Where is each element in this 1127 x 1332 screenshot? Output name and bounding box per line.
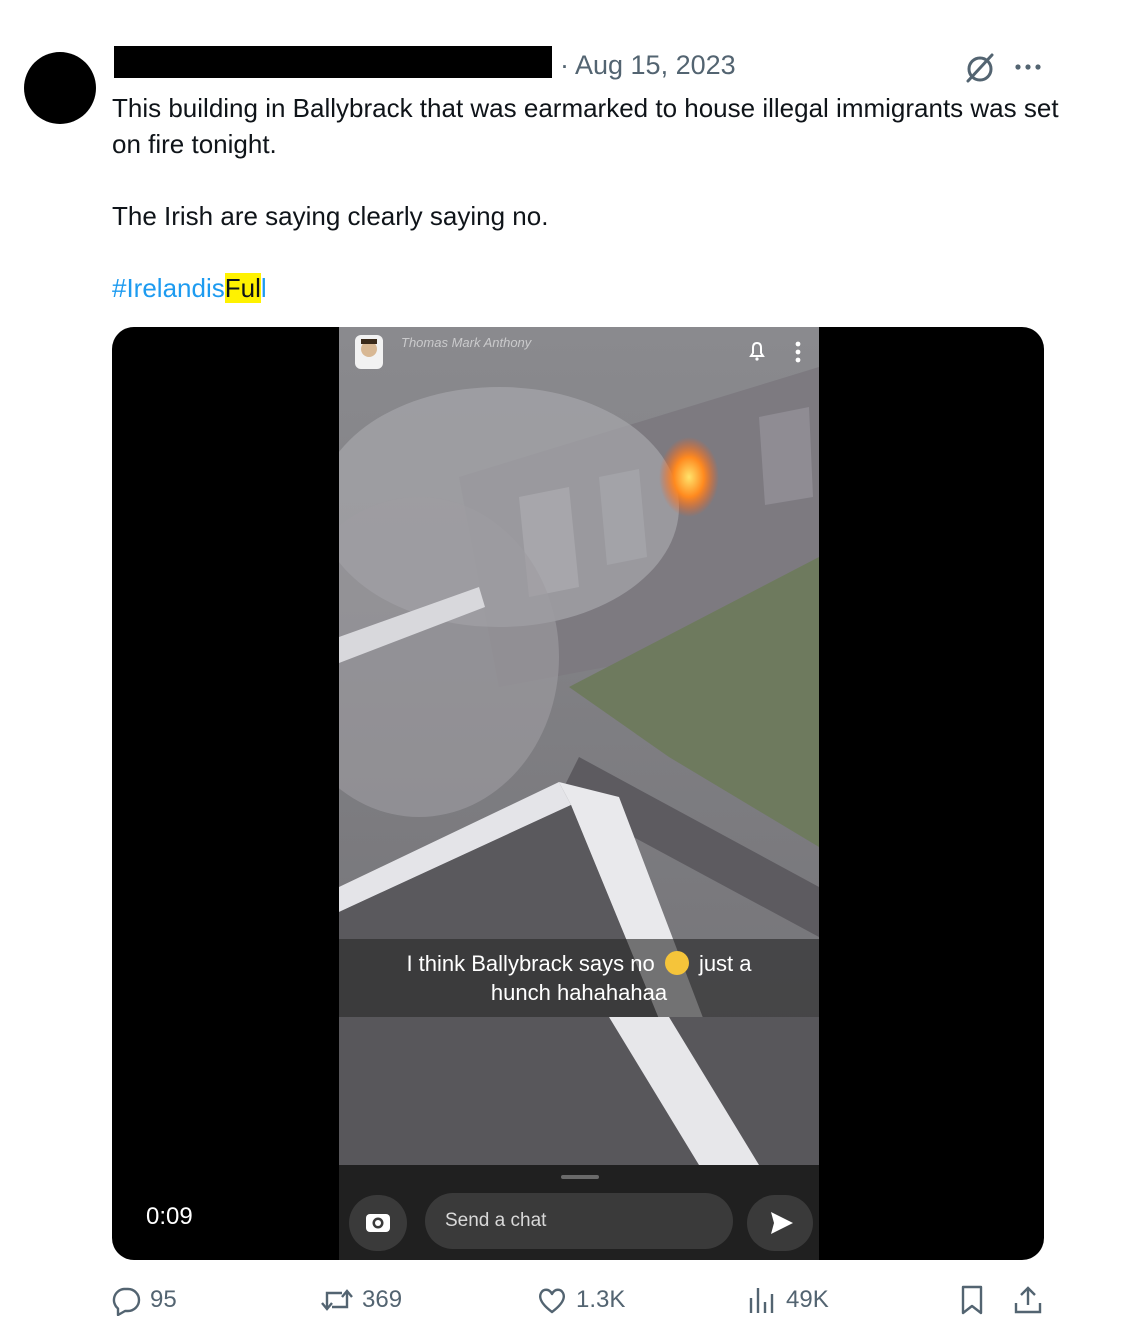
- thinking-emoji-icon: [664, 951, 689, 975]
- more-icon[interactable]: [1010, 52, 1046, 82]
- video-player[interactable]: Thomas Mark Anthony I think Ballybrack s…: [112, 327, 1044, 1260]
- tweet-text-line2: The Irish are saying clearly saying no.: [112, 201, 549, 231]
- caption-part2: just a: [698, 951, 752, 976]
- views-button[interactable]: 49K: [746, 1284, 829, 1316]
- share-button[interactable]: [1012, 1284, 1052, 1316]
- like-button[interactable]: 1.3K: [536, 1284, 625, 1316]
- grok-icon[interactable]: [962, 50, 998, 86]
- hashtag-prefix[interactable]: #Irelandis: [112, 273, 225, 303]
- snap-chat-bar: Send a chat: [339, 1165, 819, 1260]
- hashtag-link[interactable]: #IrelandisFull: [112, 270, 1072, 306]
- bell-icon: [749, 341, 765, 361]
- like-count: 1.3K: [576, 1286, 626, 1313]
- send-chat-input: Send a chat: [425, 1193, 733, 1249]
- heart-icon: [538, 1288, 566, 1314]
- caption-line2: hunch hahahahaa: [490, 980, 668, 1005]
- repost-button[interactable]: 369: [320, 1284, 402, 1316]
- bookmark-button[interactable]: [958, 1284, 994, 1316]
- reply-icon: [112, 1287, 141, 1316]
- vertical-more-icon: [795, 341, 801, 363]
- video-scene: [339, 327, 819, 1260]
- video-frame: Thomas Mark Anthony I think Ballybrack s…: [339, 327, 819, 1260]
- views-count: 49K: [786, 1286, 829, 1313]
- camera-button: [349, 1195, 407, 1251]
- hashtag-highlight[interactable]: Ful: [224, 273, 261, 303]
- video-timestamp: 0:09: [136, 1199, 203, 1235]
- tweet-text-line1: This building in Ballybrack that was ear…: [112, 93, 1059, 159]
- repost-icon: [321, 1289, 353, 1311]
- tweet-text: This building in Ballybrack that was ear…: [112, 90, 1072, 306]
- snap-username: Thomas Mark Anthony: [401, 335, 532, 350]
- reply-count: 95: [150, 1286, 177, 1313]
- author-avatar[interactable]: [24, 52, 96, 124]
- snap-avatar: [355, 335, 383, 369]
- send-icon: [771, 1212, 793, 1234]
- repost-count: 369: [362, 1286, 403, 1313]
- camera-icon: [366, 1214, 390, 1232]
- tweet-date[interactable]: · Aug 15, 2023: [560, 50, 736, 81]
- author-name-redacted[interactable]: [114, 46, 552, 78]
- send-button: [747, 1195, 813, 1251]
- caption-part1: I think Ballybrack says no: [406, 951, 655, 976]
- drag-handle: [561, 1175, 599, 1179]
- views-icon: [749, 1288, 774, 1313]
- reply-button[interactable]: 95: [110, 1284, 177, 1316]
- action-bar: 95 369 1.3K 49K: [0, 1280, 1127, 1324]
- bookmark-icon: [961, 1285, 983, 1315]
- video-caption: I think Ballybrack says no just a hunch …: [339, 939, 819, 1017]
- share-icon: [1014, 1286, 1042, 1314]
- hashtag-suffix[interactable]: l: [261, 273, 267, 303]
